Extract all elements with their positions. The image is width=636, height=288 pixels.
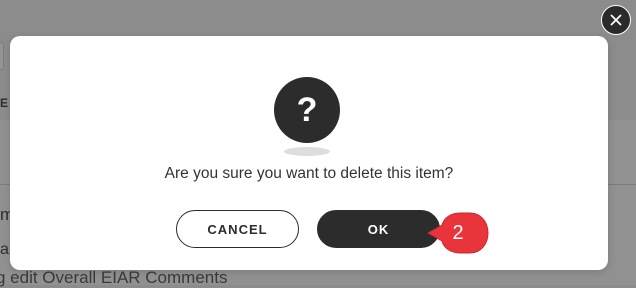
step-number: 2	[452, 221, 464, 244]
ok-button[interactable]: OK	[317, 210, 440, 248]
question-mark-icon: ?	[274, 77, 340, 143]
question-icon-shadow	[284, 147, 330, 156]
background-text-e: E	[0, 96, 9, 110]
cancel-button[interactable]: CANCEL	[176, 210, 299, 248]
close-icon	[610, 14, 622, 26]
background-input-edge	[0, 42, 4, 70]
close-button[interactable]	[601, 5, 631, 35]
confirm-delete-dialog: ? Are you sure you want to delete this i…	[10, 36, 608, 270]
dialog-message: Are you sure you want to delete this ite…	[164, 165, 454, 182]
background-text-comments: g edit Overall EIAR Comments	[0, 268, 228, 287]
